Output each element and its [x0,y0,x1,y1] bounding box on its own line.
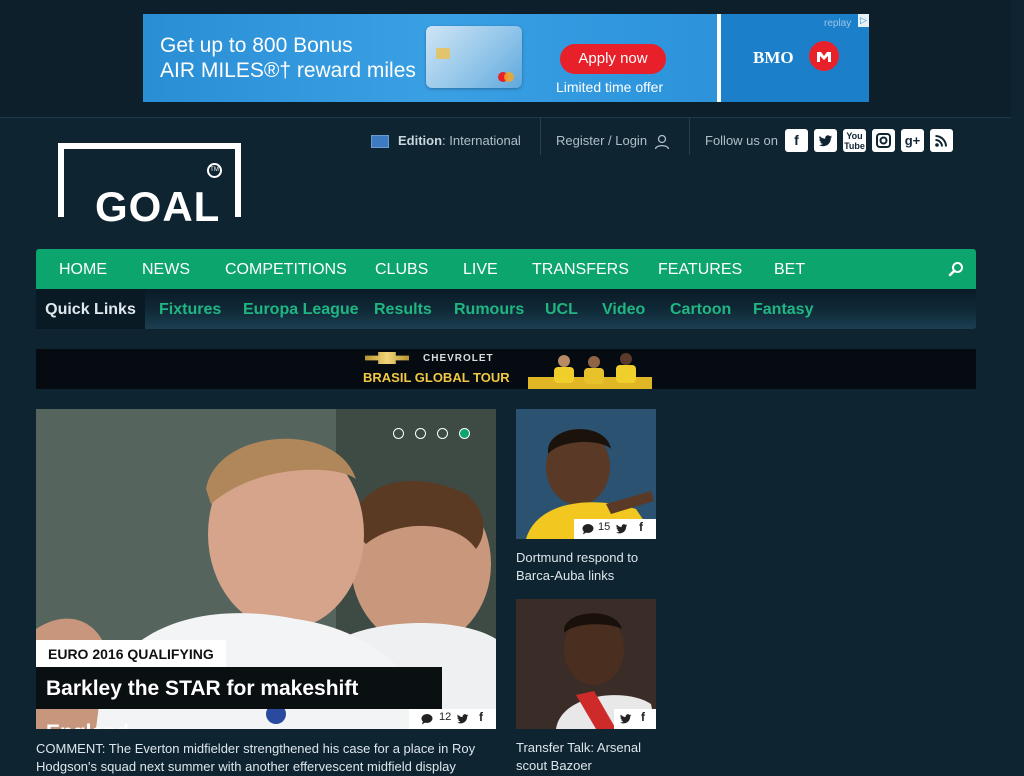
story-meta-bar: 15 f [574,519,656,539]
facebook-share-icon[interactable]: f [479,710,483,724]
nav-bet[interactable]: BET [774,261,805,279]
quick-link-cartoon[interactable]: Cartoon [670,301,731,319]
follow-us-label: Follow us on [705,133,778,148]
youtube-icon[interactable]: You Tube [843,129,866,152]
story-meta-bar: 12 f [409,709,496,729]
side-story-image[interactable]: f [516,599,656,729]
story-headline[interactable]: Barkley the STAR for makeshift England [36,667,442,729]
story-excerpt[interactable]: COMMENT: The Everton midfielder strength… [36,740,496,776]
players-image [528,349,652,389]
register-login-link[interactable]: Register / Login [556,133,670,161]
goal-logo[interactable]: TM GOAL [58,143,241,230]
trademark-icon: TM [207,163,222,178]
edition-label: Edition [398,133,443,148]
mastercard-icon [498,72,514,82]
register-login-label: Register / Login [556,133,648,148]
ad-headline-line2: AIR MILES®† reward miles [160,59,416,82]
comment-count: 15 [598,521,611,533]
story-category-tag[interactable]: EURO 2016 QUALIFYING [36,640,226,667]
nav-home[interactable]: HOME [59,261,107,279]
quick-link-ucl[interactable]: UCL [545,301,578,319]
quick-link-results[interactable]: Results [374,301,432,319]
promo-tour-title: BRASIL GLOBAL TOUR [363,370,510,385]
main-navigation: HOME NEWS COMPETITIONS CLUBS LIVE TRANSF… [36,249,976,289]
side-story-image[interactable]: 15 f [516,409,656,539]
quick-links-bar: Quick Links Fixtures Europa League Resul… [36,289,976,329]
facebook-icon[interactable]: f [785,129,808,152]
carousel-dot[interactable] [437,428,448,439]
quick-link-fantasy[interactable]: Fantasy [753,301,813,319]
comment-icon[interactable] [582,521,594,535]
facebook-share-icon[interactable]: f [641,710,645,724]
twitter-share-icon[interactable] [616,521,628,535]
carousel-dot[interactable] [415,428,426,439]
carousel-dot-active[interactable] [459,428,470,439]
bmo-wordmark: BMO [753,48,794,67]
twitter-share-icon[interactable] [457,711,469,725]
side-story-title[interactable]: Transfer Talk: Arsenal scout Bazoer [516,739,656,775]
carousel-dot[interactable] [393,428,404,439]
globe-flag-icon [371,135,389,149]
logo-wordmark: GOAL [95,183,221,230]
featured-story[interactable]: EURO 2016 QUALIFYING Barkley the STAR fo… [36,409,496,729]
chevrolet-bowtie-icon [365,352,409,364]
nav-transfers[interactable]: TRANSFERS [532,261,629,279]
google-plus-icon[interactable]: g+ [901,129,924,152]
limited-offer-text: Limited time offer [556,79,664,95]
bmo-advertisement[interactable]: Get up to 800 Bonus AIR MILES®† reward m… [143,14,869,102]
facebook-share-icon[interactable]: f [639,520,643,534]
twitter-share-icon[interactable] [620,711,632,725]
quick-link-fixtures[interactable]: Fixtures [159,301,221,319]
card-chip-icon [436,48,450,59]
comment-count: 12 [439,711,452,723]
ad-replay-label[interactable]: replay [824,18,851,29]
ad-headline-line1: Get up to 800 Bonus [160,34,353,57]
search-icon[interactable] [948,261,964,277]
divider [689,117,690,155]
adchoices-icon[interactable]: ▷ [858,14,869,27]
apply-now-button[interactable]: Apply now [560,44,666,74]
nav-live[interactable]: LIVE [463,261,498,279]
chevrolet-promo-banner[interactable]: CHEVROLET BRASIL GLOBAL TOUR [36,349,976,389]
quick-link-rumours[interactable]: Rumours [454,301,524,319]
divider [540,117,541,155]
nav-features[interactable]: FEATURES [658,261,742,279]
nav-clubs[interactable]: CLUBS [375,261,428,279]
nav-competitions[interactable]: COMPETITIONS [225,261,347,279]
credit-card-image [426,26,522,88]
rss-icon[interactable] [930,129,953,152]
edition-selector[interactable]: Edition: International [371,133,521,161]
top-banner-area: Get up to 800 Bonus AIR MILES®† reward m… [0,0,1011,118]
quick-link-europa-league[interactable]: Europa League [243,301,359,319]
nav-news[interactable]: NEWS [142,261,190,279]
quick-links-label: Quick Links [36,289,145,329]
edition-value: : International [442,133,521,148]
instagram-icon[interactable] [872,129,895,152]
comment-icon[interactable] [421,711,433,725]
bmo-logo-icon [809,41,839,71]
twitter-icon[interactable] [814,129,837,152]
side-story-title[interactable]: Dortmund respond to Barca-Auba links [516,549,656,585]
story-meta-bar: f [614,709,656,729]
quick-link-video[interactable]: Video [602,301,645,319]
promo-brand: CHEVROLET [423,353,494,364]
user-icon [654,134,670,150]
